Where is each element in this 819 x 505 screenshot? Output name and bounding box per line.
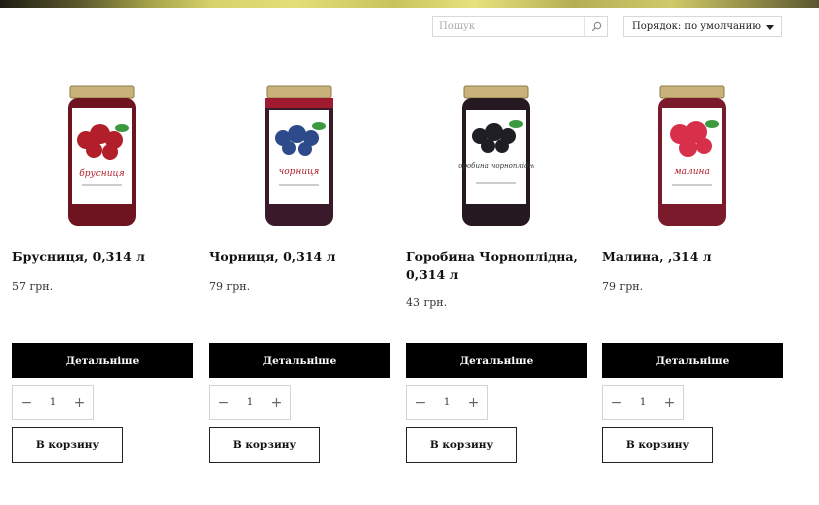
plus-icon[interactable]: +: [656, 386, 683, 419]
search-input[interactable]: [433, 17, 595, 36]
details-button[interactable]: Детальніше: [12, 343, 193, 378]
details-button[interactable]: Детальніше: [209, 343, 390, 378]
top-banner-strip: [0, 0, 819, 8]
jar-label: малина: [674, 167, 710, 177]
search-icon[interactable]: [584, 17, 607, 36]
product-image[interactable]: чорниця: [209, 84, 390, 232]
quantity-stepper: − 1 +: [209, 385, 291, 420]
jam-jar-image: брусниця: [68, 85, 136, 226]
product-name[interactable]: Чорниця, 0,314 л: [209, 248, 390, 266]
minus-icon[interactable]: −: [210, 386, 237, 419]
minus-icon[interactable]: −: [603, 386, 630, 419]
add-to-cart-button[interactable]: В корзину: [12, 427, 123, 463]
product-image[interactable]: горобина чорноплідна: [406, 84, 587, 232]
product-name[interactable]: Малина, ,314 л: [602, 248, 783, 266]
sort-select[interactable]: Порядок: по умолчанию: [623, 16, 782, 37]
add-to-cart-button[interactable]: В корзину: [602, 427, 713, 463]
plus-icon[interactable]: +: [66, 386, 93, 419]
quantity-value[interactable]: 1: [434, 397, 460, 408]
quantity-stepper: − 1 +: [12, 385, 94, 420]
product-price: 79 грн.: [209, 280, 251, 293]
product-name[interactable]: Брусниця, 0,314 л: [12, 248, 193, 266]
quantity-value[interactable]: 1: [237, 397, 263, 408]
product-price: 57 грн.: [12, 280, 54, 293]
product-image[interactable]: брусниця: [12, 84, 193, 232]
jar-label: горобина чорноплідна: [458, 162, 534, 170]
chevron-down-icon: [766, 25, 774, 30]
search-box[interactable]: [432, 16, 608, 37]
plus-icon[interactable]: +: [460, 386, 487, 419]
details-button[interactable]: Детальніше: [602, 343, 783, 378]
details-button[interactable]: Детальніше: [406, 343, 587, 378]
jam-jar-image: чорниця: [265, 85, 333, 226]
jar-label: брусниця: [79, 168, 125, 179]
plus-icon[interactable]: +: [263, 386, 290, 419]
product-name[interactable]: Горобина Чорноплідна, 0,314 л: [406, 248, 587, 284]
jam-jar-image: малина: [658, 85, 726, 226]
minus-icon[interactable]: −: [407, 386, 434, 419]
jar-label: чорниця: [279, 167, 320, 177]
quantity-stepper: − 1 +: [602, 385, 684, 420]
jam-jar-image: горобина чорноплідна: [458, 85, 534, 226]
sort-label: Порядок: по умолчанию: [632, 21, 761, 32]
product-image[interactable]: малина: [602, 84, 783, 232]
add-to-cart-button[interactable]: В корзину: [406, 427, 517, 463]
add-to-cart-button[interactable]: В корзину: [209, 427, 320, 463]
quantity-stepper: − 1 +: [406, 385, 488, 420]
quantity-value[interactable]: 1: [630, 397, 656, 408]
quantity-value[interactable]: 1: [40, 397, 66, 408]
product-price: 43 грн.: [406, 296, 448, 309]
minus-icon[interactable]: −: [13, 386, 40, 419]
product-price: 79 грн.: [602, 280, 644, 293]
